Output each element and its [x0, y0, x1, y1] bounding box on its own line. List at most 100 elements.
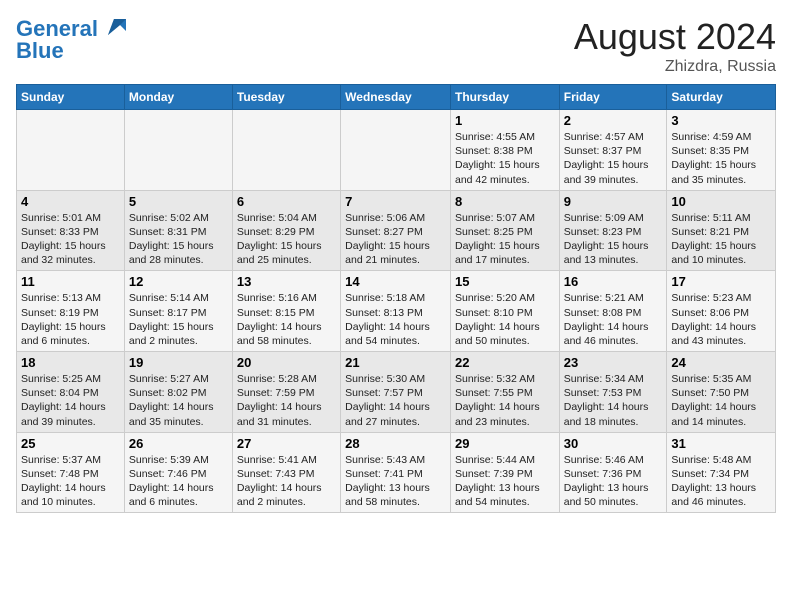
- calendar-cell: 28 Sunrise: 5:43 AM Sunset: 7:41 PM Dayli…: [341, 432, 451, 513]
- day-number: 3: [671, 113, 771, 128]
- day-number: 24: [671, 355, 771, 370]
- calendar-cell: 30Sunrise: 5:46 AM Sunset: 7:36 PM Dayli…: [559, 432, 667, 513]
- sub-title: Zhizdra, Russia: [574, 58, 776, 76]
- calendar-cell: 8Sunrise: 5:07 AM Sunset: 8:25 PM Daylig…: [450, 190, 559, 271]
- day-info: Sunrise: 5:25 AM Sunset: 8:04 PM Dayligh…: [21, 372, 120, 429]
- day-info: Sunrise: 5:46 AM Sunset: 7:36 PM Dayligh…: [564, 453, 663, 510]
- day-number: 10: [671, 194, 771, 209]
- calendar-cell: 10Sunrise: 5:11 AM Sunset: 8:21 PM Dayli…: [667, 190, 776, 271]
- day-number: 5: [129, 194, 228, 209]
- calendar-cell: 6 Sunrise: 5:04 AM Sunset: 8:29 PM Daylig…: [232, 190, 340, 271]
- weekday-header-friday: Friday: [559, 85, 667, 110]
- day-info: Sunrise: 5:06 AM Sunset: 8:27 PM Dayligh…: [345, 211, 446, 268]
- calendar-cell: 4Sunrise: 5:01 AM Sunset: 8:33 PM Daylig…: [17, 190, 125, 271]
- calendar-cell: 24 Sunrise: 5:35 AM Sunset: 7:50 PM Dayli…: [667, 352, 776, 433]
- calendar-cell: 15 Sunrise: 5:20 AM Sunset: 8:10 PM Dayli…: [450, 271, 559, 352]
- day-info: Sunrise: 5:37 AM Sunset: 7:48 PM Dayligh…: [21, 453, 120, 510]
- day-number: 11: [21, 274, 120, 289]
- day-number: 19: [129, 355, 228, 370]
- weekday-header-row: SundayMondayTuesdayWednesdayThursdayFrid…: [17, 85, 776, 110]
- title-block: August 2024 Zhizdra, Russia: [574, 16, 776, 76]
- weekday-header-sunday: Sunday: [17, 85, 125, 110]
- day-info: Sunrise: 5:04 AM Sunset: 8:29 PM Dayligh…: [237, 211, 336, 268]
- day-info: Sunrise: 5:27 AM Sunset: 8:02 PM Dayligh…: [129, 372, 228, 429]
- logo: General Blue: [16, 16, 126, 64]
- calendar-cell: [17, 110, 125, 191]
- day-number: 15: [455, 274, 555, 289]
- day-info: Sunrise: 5:48 AM Sunset: 7:34 PM Dayligh…: [671, 453, 771, 510]
- day-info: Sunrise: 5:18 AM Sunset: 8:13 PM Dayligh…: [345, 291, 446, 348]
- main-title: August 2024: [574, 16, 776, 58]
- day-info: Sunrise: 4:59 AM Sunset: 8:35 PM Dayligh…: [671, 130, 771, 187]
- day-number: 13: [237, 274, 336, 289]
- day-number: 2: [564, 113, 663, 128]
- weekday-header-saturday: Saturday: [667, 85, 776, 110]
- week-row-4: 18 Sunrise: 5:25 AM Sunset: 8:04 PM Dayli…: [17, 352, 776, 433]
- day-info: Sunrise: 5:01 AM Sunset: 8:33 PM Dayligh…: [21, 211, 120, 268]
- calendar-cell: 3 Sunrise: 4:59 AM Sunset: 8:35 PM Daylig…: [667, 110, 776, 191]
- day-number: 20: [237, 355, 336, 370]
- calendar-cell: 22 Sunrise: 5:32 AM Sunset: 7:55 PM Dayli…: [450, 352, 559, 433]
- calendar-table: SundayMondayTuesdayWednesdayThursdayFrid…: [16, 84, 776, 513]
- day-number: 23: [564, 355, 663, 370]
- calendar-cell: 31 Sunrise: 5:48 AM Sunset: 7:34 PM Dayli…: [667, 432, 776, 513]
- calendar-cell: 17Sunrise: 5:23 AM Sunset: 8:06 PM Dayli…: [667, 271, 776, 352]
- page-header: General Blue August 2024 Zhizdra, Russia: [16, 16, 776, 76]
- day-number: 9: [564, 194, 663, 209]
- day-info: Sunrise: 5:41 AM Sunset: 7:43 PM Dayligh…: [237, 453, 336, 510]
- calendar-cell: 23 Sunrise: 5:34 AM Sunset: 7:53 PM Dayli…: [559, 352, 667, 433]
- calendar-cell: 25 Sunrise: 5:37 AM Sunset: 7:48 PM Dayli…: [17, 432, 125, 513]
- day-info: Sunrise: 5:44 AM Sunset: 7:39 PM Dayligh…: [455, 453, 555, 510]
- day-number: 29: [455, 436, 555, 451]
- day-number: 21: [345, 355, 446, 370]
- day-number: 25: [21, 436, 120, 451]
- week-row-2: 4Sunrise: 5:01 AM Sunset: 8:33 PM Daylig…: [17, 190, 776, 271]
- day-info: Sunrise: 5:20 AM Sunset: 8:10 PM Dayligh…: [455, 291, 555, 348]
- calendar-cell: 13 Sunrise: 5:16 AM Sunset: 8:15 PM Dayli…: [232, 271, 340, 352]
- day-number: 18: [21, 355, 120, 370]
- day-number: 1: [455, 113, 555, 128]
- day-info: Sunrise: 5:39 AM Sunset: 7:46 PM Dayligh…: [129, 453, 228, 510]
- day-number: 28: [345, 436, 446, 451]
- calendar-cell: 11Sunrise: 5:13 AM Sunset: 8:19 PM Dayli…: [17, 271, 125, 352]
- calendar-cell: 12 Sunrise: 5:14 AM Sunset: 8:17 PM Dayli…: [124, 271, 232, 352]
- calendar-cell: 5 Sunrise: 5:02 AM Sunset: 8:31 PM Daylig…: [124, 190, 232, 271]
- calendar-cell: [124, 110, 232, 191]
- day-info: Sunrise: 5:35 AM Sunset: 7:50 PM Dayligh…: [671, 372, 771, 429]
- day-info: Sunrise: 5:02 AM Sunset: 8:31 PM Dayligh…: [129, 211, 228, 268]
- day-number: 31: [671, 436, 771, 451]
- day-info: Sunrise: 5:07 AM Sunset: 8:25 PM Dayligh…: [455, 211, 555, 268]
- calendar-cell: 29 Sunrise: 5:44 AM Sunset: 7:39 PM Dayli…: [450, 432, 559, 513]
- weekday-header-wednesday: Wednesday: [341, 85, 451, 110]
- day-info: Sunrise: 5:14 AM Sunset: 8:17 PM Dayligh…: [129, 291, 228, 348]
- week-row-3: 11Sunrise: 5:13 AM Sunset: 8:19 PM Dayli…: [17, 271, 776, 352]
- weekday-header-thursday: Thursday: [450, 85, 559, 110]
- day-info: Sunrise: 4:55 AM Sunset: 8:38 PM Dayligh…: [455, 130, 555, 187]
- day-number: 6: [237, 194, 336, 209]
- day-info: Sunrise: 5:43 AM Sunset: 7:41 PM Dayligh…: [345, 453, 446, 510]
- calendar-cell: 16Sunrise: 5:21 AM Sunset: 8:08 PM Dayli…: [559, 271, 667, 352]
- day-number: 22: [455, 355, 555, 370]
- day-number: 16: [564, 274, 663, 289]
- day-info: Sunrise: 5:16 AM Sunset: 8:15 PM Dayligh…: [237, 291, 336, 348]
- week-row-1: 1 Sunrise: 4:55 AM Sunset: 8:38 PM Daylig…: [17, 110, 776, 191]
- calendar-cell: 19 Sunrise: 5:27 AM Sunset: 8:02 PM Dayli…: [124, 352, 232, 433]
- day-info: Sunrise: 4:57 AM Sunset: 8:37 PM Dayligh…: [564, 130, 663, 187]
- calendar-cell: 21Sunrise: 5:30 AM Sunset: 7:57 PM Dayli…: [341, 352, 451, 433]
- calendar-cell: [232, 110, 340, 191]
- calendar-cell: 1 Sunrise: 4:55 AM Sunset: 8:38 PM Daylig…: [450, 110, 559, 191]
- day-number: 7: [345, 194, 446, 209]
- day-number: 14: [345, 274, 446, 289]
- calendar-cell: 14 Sunrise: 5:18 AM Sunset: 8:13 PM Dayli…: [341, 271, 451, 352]
- calendar-cell: 27Sunrise: 5:41 AM Sunset: 7:43 PM Dayli…: [232, 432, 340, 513]
- calendar-cell: 20 Sunrise: 5:28 AM Sunset: 7:59 PM Dayli…: [232, 352, 340, 433]
- day-number: 12: [129, 274, 228, 289]
- day-info: Sunrise: 5:34 AM Sunset: 7:53 PM Dayligh…: [564, 372, 663, 429]
- day-info: Sunrise: 5:28 AM Sunset: 7:59 PM Dayligh…: [237, 372, 336, 429]
- day-info: Sunrise: 5:23 AM Sunset: 8:06 PM Dayligh…: [671, 291, 771, 348]
- day-info: Sunrise: 5:32 AM Sunset: 7:55 PM Dayligh…: [455, 372, 555, 429]
- week-row-5: 25 Sunrise: 5:37 AM Sunset: 7:48 PM Dayli…: [17, 432, 776, 513]
- weekday-header-monday: Monday: [124, 85, 232, 110]
- calendar-cell: 7 Sunrise: 5:06 AM Sunset: 8:27 PM Daylig…: [341, 190, 451, 271]
- calendar-cell: [341, 110, 451, 191]
